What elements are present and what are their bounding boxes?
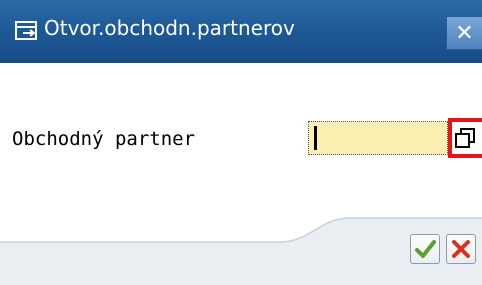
ok-button[interactable] bbox=[410, 234, 440, 264]
dialog-content: Obchodný partner bbox=[0, 63, 482, 223]
dialog-title: Otvor.obchodn.partnerov bbox=[44, 16, 295, 40]
close-button[interactable]: ✕ bbox=[446, 16, 482, 50]
business-partner-label: Obchodný partner bbox=[12, 128, 196, 150]
cancel-button[interactable] bbox=[446, 234, 476, 264]
close-icon: ✕ bbox=[455, 20, 474, 46]
cancel-x-icon bbox=[452, 240, 470, 258]
business-partner-input[interactable] bbox=[308, 121, 448, 155]
dialog-titlebar: Otvor.obchodn.partnerov ✕ bbox=[0, 0, 482, 63]
text-caret bbox=[314, 126, 317, 150]
f4-value-help-icon[interactable] bbox=[454, 127, 476, 149]
checkmark-icon bbox=[415, 240, 436, 258]
dialog-icon bbox=[15, 21, 37, 40]
